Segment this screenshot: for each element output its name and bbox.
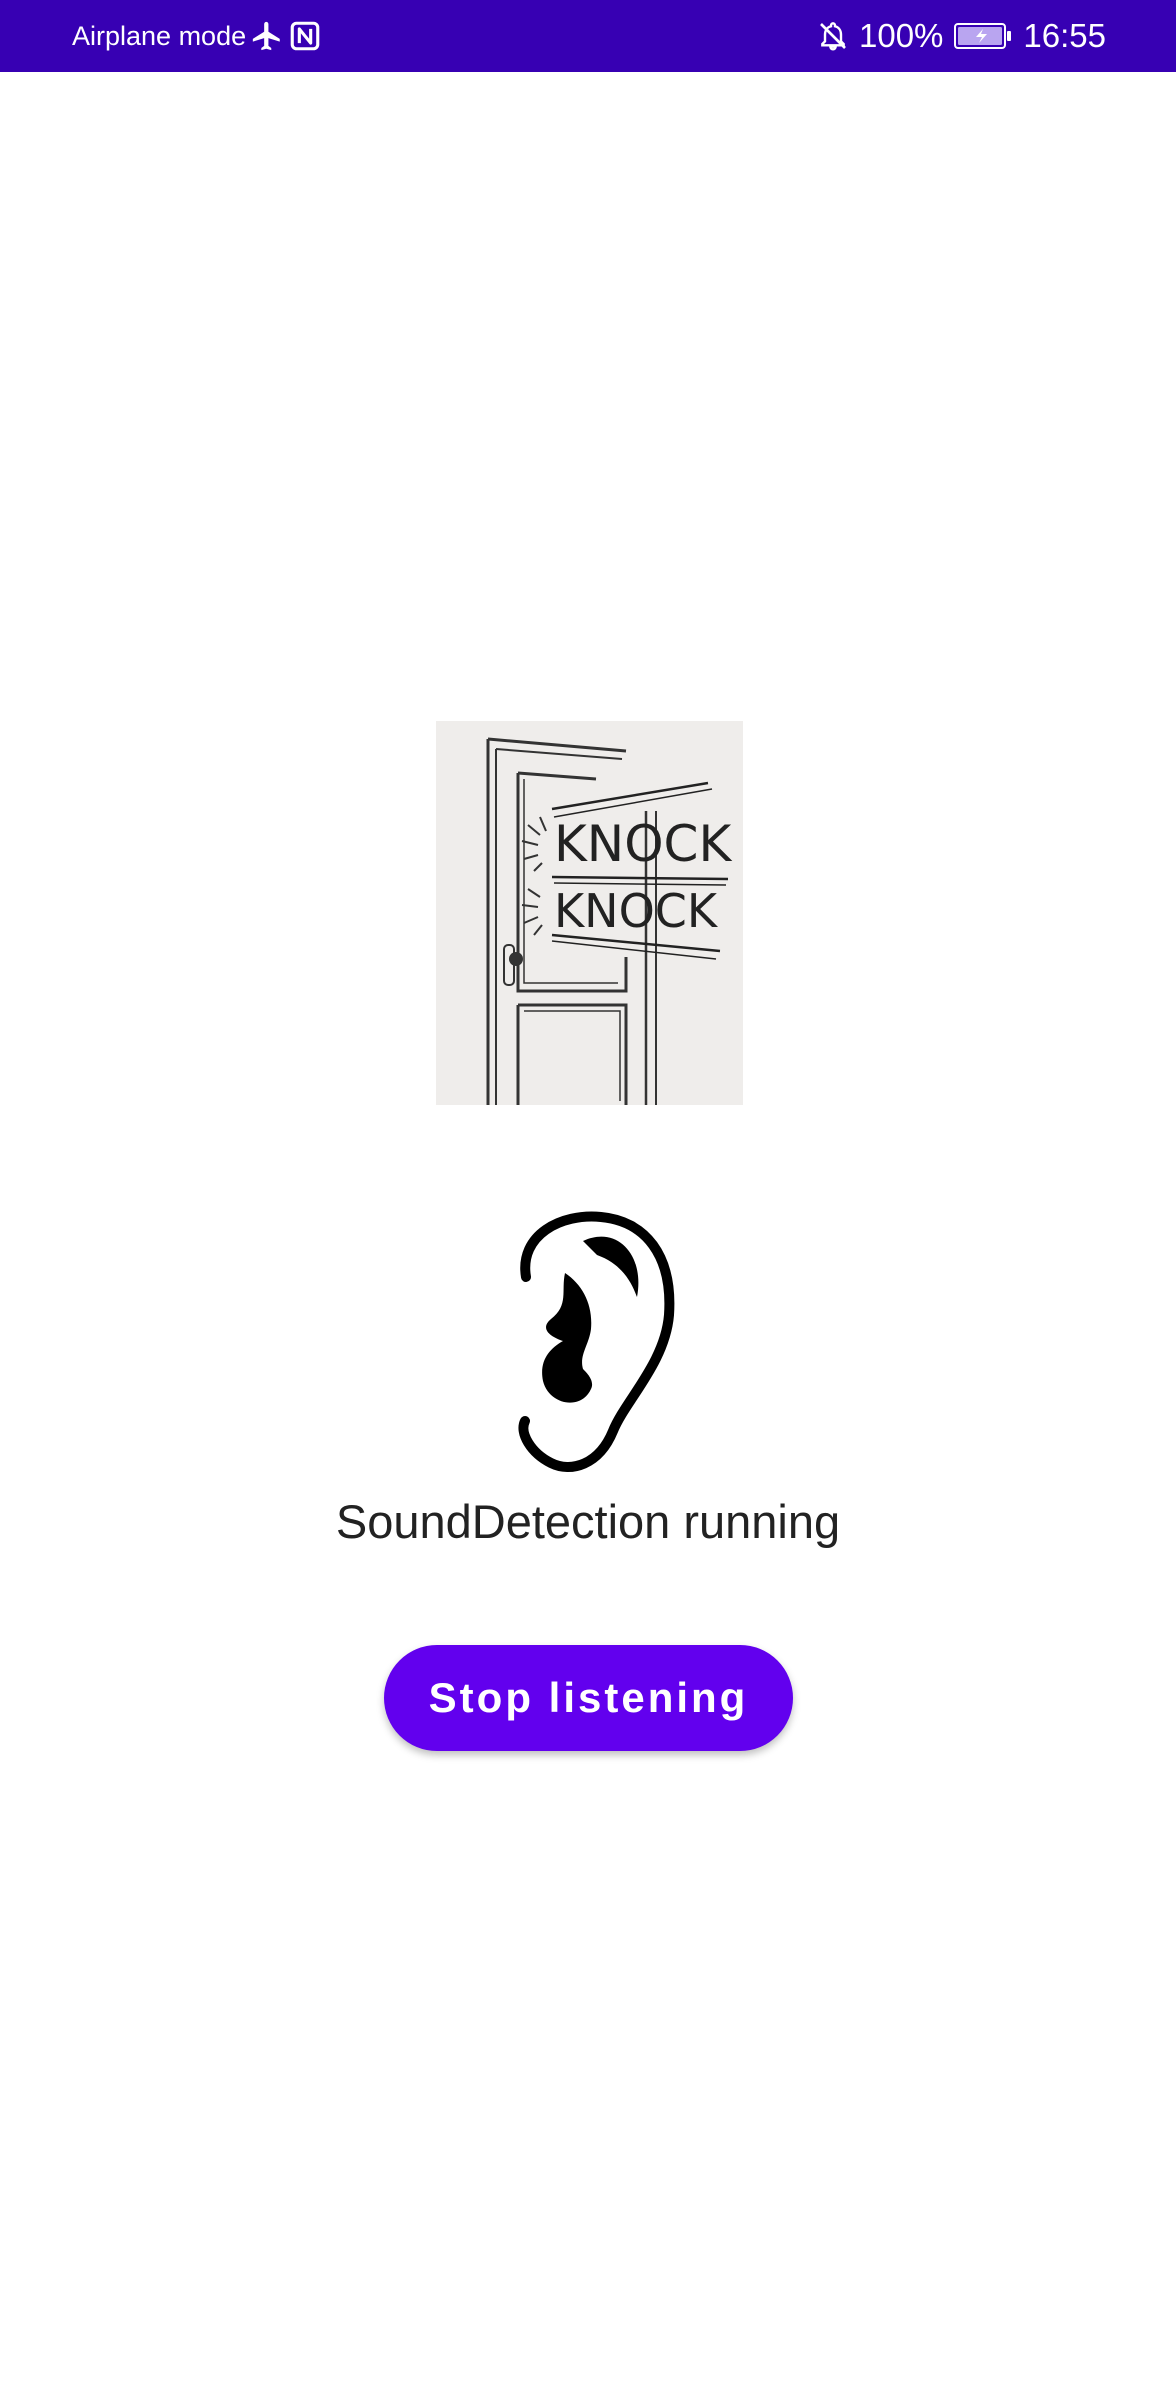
stop-listening-button[interactable]: Stop listening <box>384 1645 793 1751</box>
battery-percent: 100% <box>859 17 944 54</box>
battery-charging-icon <box>953 20 1013 52</box>
status-bar-right: 100% 16:55 <box>817 0 1106 72</box>
bell-off-icon <box>817 20 849 52</box>
airplane-mode-label: Airplane mode <box>72 20 247 51</box>
airplane-icon <box>250 19 284 53</box>
nfc-icon <box>288 19 322 53</box>
ear-icon <box>505 1205 685 1475</box>
status-bar: Airplane mode 100% 16:55 <box>0 0 1176 72</box>
app-screen: Airplane mode 100% 16:55 KNOCK KNOCK Sou… <box>0 0 1176 2400</box>
clock: 16:55 <box>1023 17 1106 54</box>
status-bar-left: Airplane mode <box>72 0 322 72</box>
knock-word-2: KNOCK <box>554 884 719 938</box>
knock-word-1: KNOCK <box>554 815 732 873</box>
knock-door-image: KNOCK KNOCK <box>436 721 743 1105</box>
sound-detection-status: SoundDetection running <box>335 1495 841 1548</box>
